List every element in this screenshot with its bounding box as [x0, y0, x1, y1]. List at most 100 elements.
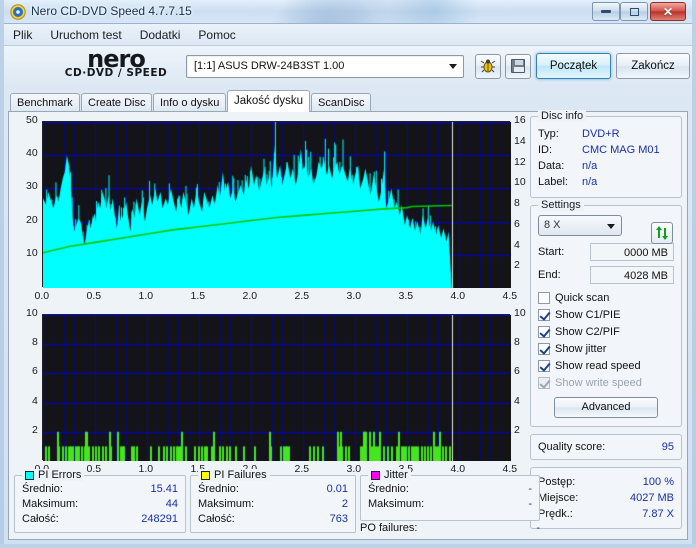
pi-failures-chart-tick-label: 6: [514, 365, 520, 378]
tab-benchmark[interactable]: Benchmark: [10, 93, 80, 111]
checkbox-show-read-speed[interactable]: Show read speed: [538, 357, 674, 374]
checkbox-box: [538, 308, 550, 321]
quality-score-label: Quality score:: [538, 441, 606, 453]
tab-strip: Benchmark Create Disc Info o dysku Jakoś…: [4, 90, 692, 112]
speed-select[interactable]: 8 X: [538, 215, 622, 236]
pi-failures-row-srednio: Średnio: 0.01: [198, 482, 348, 497]
progress-row-miejsce: Miejsce: 4027 MB: [538, 490, 674, 506]
exit-button[interactable]: Zakończ: [616, 53, 690, 79]
end-input[interactable]: 4028 MB: [590, 266, 674, 284]
disc-info-row-typ: Typ: DVD+R: [538, 126, 674, 142]
checkbox-show-jitter[interactable]: Show jitter: [538, 340, 674, 357]
progress-key-predk: Prędk.:: [538, 508, 573, 520]
disc-info-row-data: Data: n/a: [538, 158, 674, 174]
sidebar: Disc info Typ: DVD+R ID: CMC MAG M01 Dat…: [530, 110, 682, 535]
refresh-button[interactable]: [651, 222, 673, 244]
checkbox-label: Show read speed: [555, 359, 641, 372]
save-floppy-icon: [511, 59, 525, 73]
quality-score-row: Quality score: 95: [538, 439, 674, 455]
pi-errors-chart: 10 20 30 40 50 2 4 6 8 10 12 14 16 0.0 0.5 1.0 1.5 2.0 2.5…: [14, 114, 536, 307]
nero-logo: nero CD·DVD ∕ SPEED: [56, 46, 176, 88]
chevron-down-icon: [607, 224, 615, 229]
nero-logo-subtext: CD·DVD ∕ SPEED: [64, 67, 168, 79]
start-button[interactable]: Początek: [536, 53, 611, 79]
stat-value: -: [528, 498, 532, 510]
stat-value: 0.01: [326, 483, 348, 495]
drive-select-value: [1:1] ASUS DRW-24B3ST 1.00: [194, 60, 345, 72]
refresh-arrows-icon: [656, 226, 668, 240]
disc-info-row-id: ID: CMC MAG M01: [538, 142, 674, 158]
checkbox-box: [538, 342, 550, 355]
tab-jakosc-dysku[interactable]: Jakość dysku: [227, 90, 311, 112]
pi-failures-chart-tick-label: 2: [514, 423, 520, 436]
jitter-stats: Jitter Średnio: - Maksimum: -: [360, 469, 540, 521]
jitter-row-maksimum: Maksimum: -: [368, 497, 532, 512]
checkbox-box: [538, 376, 550, 389]
checkbox-show-c2-pif[interactable]: Show C2/PIF: [538, 323, 674, 340]
stat-value: 15.41: [150, 483, 178, 495]
maximize-button[interactable]: [620, 2, 648, 21]
disc-info-key-label: Label:: [538, 176, 568, 188]
progress-key-postep: Postęp:: [538, 476, 576, 488]
stat-value: -: [528, 483, 532, 495]
tab-create-disc[interactable]: Create Disc: [81, 93, 153, 111]
start-input[interactable]: 0000 MB: [590, 243, 674, 261]
progress-row-predk: Prędk.: 7.87 X: [538, 506, 674, 522]
pi-failures-header: PI Failures: [198, 469, 270, 481]
menu-item-uruchom-test[interactable]: Uruchom test: [41, 24, 130, 45]
checkbox-quick-scan[interactable]: Quick scan: [538, 289, 674, 306]
checkbox-label: Show C1/PIE: [555, 308, 621, 321]
pi-errors-chart-tick-label: 10: [514, 176, 526, 189]
drive-select[interactable]: [1:1] ASUS DRW-24B3ST 1.00: [186, 55, 464, 78]
exit-button-label: Zakończ: [631, 60, 675, 72]
jitter-header: Jitter: [368, 469, 411, 481]
pi-errors-row-maksimum: Maksimum: 44: [22, 497, 178, 512]
menu-item-dodatki[interactable]: Dodatki: [131, 24, 190, 45]
disc-info-key-id: ID:: [538, 144, 553, 156]
pi-errors-chart-tick-label: 0.5: [86, 290, 102, 302]
pi-errors-chart-tick-label: 20: [26, 213, 38, 226]
tab-scandisc[interactable]: ScanDisc: [311, 93, 372, 111]
checkbox-label: Show C2/PIF: [555, 325, 620, 338]
menu-item-plik[interactable]: Plik: [4, 24, 41, 45]
pi-errors-chart-tick-label: 1.5: [190, 290, 206, 302]
checkbox-label: Show write speed: [555, 376, 642, 389]
scan-settings-button[interactable]: [475, 54, 501, 79]
disc-info-row-label: Label: n/a: [538, 174, 674, 190]
checkbox-label: Show jitter: [555, 342, 607, 355]
title-bar: Nero CD-DVD Speed 4.7.7.15 ✕: [4, 0, 692, 24]
quality-score-group: Quality score: 95: [530, 434, 682, 460]
nero-app-icon: [10, 4, 26, 20]
speed-select-value: 8 X: [544, 219, 561, 231]
close-button[interactable]: ✕: [650, 2, 686, 21]
progress-group: Postęp: 100 % Miejsce: 4027 MB Prędk.: 7…: [530, 467, 682, 529]
pi-errors-chart-tick-label: 50: [26, 114, 38, 126]
stat-value: 2: [341, 498, 348, 510]
pi-failures-chart-tick-label: 10: [514, 307, 526, 319]
stat-key: Maksimum:: [198, 498, 255, 510]
checkbox-label: Quick scan: [555, 291, 610, 304]
tab-info-o-dysku[interactable]: Info o dysku: [153, 93, 227, 111]
pi-errors-chart-tick-label: 2: [514, 259, 520, 272]
bug-scan-icon: [480, 59, 496, 73]
pi-errors-chart-tick-label: 4.5: [502, 290, 518, 302]
pi-errors-chart-tick-label: 12: [514, 155, 526, 168]
stat-key: Całość:: [22, 513, 59, 525]
menu-item-pomoc[interactable]: Pomoc: [189, 24, 244, 45]
menu-bar: Plik Uruchom test Dodatki Pomoc: [4, 24, 692, 46]
stat-key: Średnio:: [22, 483, 63, 495]
maximize-icon: [629, 7, 639, 16]
pi-errors-chart-tick-label: 3.0: [346, 290, 362, 302]
pi-failures-chart-tick-label: 8: [32, 336, 38, 349]
window-title: Nero CD-DVD Speed 4.7.7.15: [31, 4, 192, 18]
advanced-button[interactable]: Advanced: [554, 397, 658, 418]
pi-errors-chart-tick-label: 1.0: [138, 290, 154, 302]
save-button[interactable]: [505, 54, 531, 79]
minimize-button[interactable]: [592, 2, 620, 21]
pi-errors-chart-tick-label: 10: [26, 246, 38, 259]
client-area: 10 20 30 40 50 2 4 6 8 10 12 14 16 0.0 0.5 1.0 1.5 2.0 2.5…: [8, 110, 688, 540]
disc-info-group: Disc info Typ: DVD+R ID: CMC MAG M01 Dat…: [530, 110, 682, 198]
pi-errors-chart-tick-label: 16: [514, 114, 526, 126]
pi-failures-title: PI Failures: [214, 469, 267, 481]
checkbox-show-c1-pie[interactable]: Show C1/PIE: [538, 306, 674, 323]
